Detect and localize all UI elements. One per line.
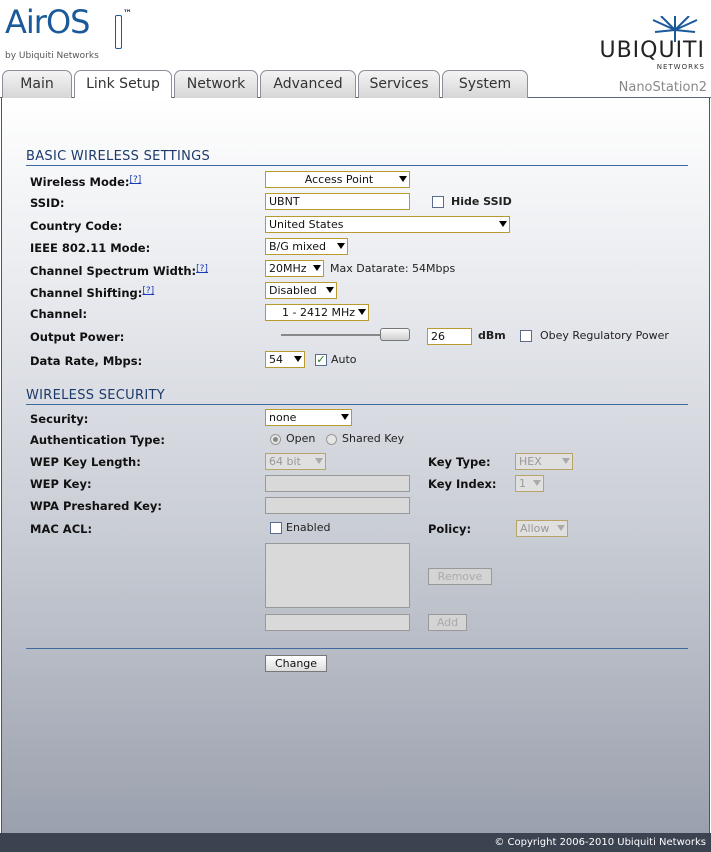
key-index-label: Key Index:: [428, 477, 497, 491]
chevron-down-icon: [313, 265, 321, 271]
logo-tm: ™: [123, 9, 132, 19]
tab-advanced[interactable]: Advanced: [260, 70, 356, 98]
data-rate-label: Data Rate, Mbps:: [30, 354, 143, 368]
country-code-label: Country Code:: [30, 219, 123, 233]
ssid-label: SSID:: [30, 196, 65, 210]
settings-panel: BASIC WIRELESS SETTINGS Wireless Mode:[?…: [1, 98, 710, 833]
auth-shared-radio[interactable]: [326, 434, 337, 445]
hide-ssid-checkbox[interactable]: [432, 196, 444, 208]
antenna-icon: [115, 15, 122, 49]
tab-services[interactable]: Services: [358, 70, 440, 98]
channel-shifting-select[interactable]: Disabled: [265, 282, 337, 299]
chevron-down-icon: [562, 458, 570, 464]
spectrum-width-label: Channel Spectrum Width:[?]: [30, 264, 208, 278]
help-link[interactable]: [?]: [130, 175, 142, 185]
auto-checkbox[interactable]: ✓: [315, 354, 327, 366]
mac-add-input[interactable]: [265, 614, 410, 631]
security-label: Security:: [30, 412, 89, 426]
auth-type-label: Authentication Type:: [30, 433, 165, 447]
section-divider: [26, 165, 688, 166]
mac-acl-list[interactable]: [265, 543, 410, 608]
obey-regulatory-label: Obey Regulatory Power: [540, 329, 669, 342]
section-divider: [26, 404, 688, 405]
wep-key-input[interactable]: [265, 475, 410, 492]
help-link[interactable]: [?]: [196, 264, 208, 274]
max-datarate: Max Datarate: 54Mbps: [330, 262, 456, 275]
obey-regulatory-checkbox[interactable]: [520, 330, 532, 342]
tab-link-setup[interactable]: Link Setup: [74, 70, 172, 99]
chevron-down-icon: [557, 525, 565, 531]
output-power-slider-handle[interactable]: [380, 328, 410, 341]
auto-label: Auto: [331, 353, 357, 366]
chevron-down-icon: [294, 356, 302, 362]
header: AirOS ™ by Ubiquiti Networks UBIQUITI NE…: [0, 0, 711, 99]
chevron-down-icon: [337, 243, 345, 249]
key-index-select[interactable]: 1: [515, 475, 544, 492]
wpa-key-label: WPA Preshared Key:: [30, 499, 162, 513]
change-button[interactable]: Change: [265, 655, 327, 672]
dbm-unit: dBm: [478, 329, 506, 342]
wireless-mode-label: Wireless Mode:[?]: [30, 175, 142, 189]
chevron-down-icon: [533, 480, 541, 486]
policy-label: Policy:: [428, 522, 472, 536]
logo-byline: by Ubiquiti Networks: [5, 51, 99, 61]
auth-open-radio[interactable]: [270, 434, 281, 445]
remove-button[interactable]: Remove: [428, 568, 492, 585]
section-divider: [26, 648, 688, 649]
wep-key-length-select[interactable]: 64 bit: [265, 453, 326, 470]
help-link[interactable]: [?]: [142, 286, 154, 296]
spectrum-width-select[interactable]: 20MHz: [265, 260, 324, 277]
ubiquiti-logo-icon: [652, 16, 698, 42]
chevron-down-icon: [499, 221, 507, 227]
key-type-label: Key Type:: [428, 455, 491, 469]
chevron-down-icon: [341, 414, 349, 420]
tab-system[interactable]: System: [442, 70, 528, 98]
data-rate-select[interactable]: 54: [265, 351, 305, 368]
mac-acl-enabled-label: Enabled: [286, 521, 331, 534]
country-code-select[interactable]: United States: [265, 216, 510, 233]
ssid-input[interactable]: UBNT: [265, 193, 410, 210]
tab-main[interactable]: Main: [2, 70, 72, 98]
nav-tabs: Main Link Setup Network Advanced Service…: [0, 70, 711, 99]
security-select[interactable]: none: [265, 409, 352, 426]
wpa-key-input[interactable]: [265, 497, 410, 514]
airos-logo: AirOS ™ by Ubiquiti Networks: [5, 3, 132, 61]
wireless-mode-select[interactable]: Access Point: [265, 171, 410, 188]
ieee-mode-select[interactable]: B/G mixed: [265, 238, 348, 255]
key-type-select[interactable]: HEX: [515, 453, 573, 470]
mac-acl-enabled-checkbox[interactable]: [270, 522, 282, 534]
auth-open-label: Open: [286, 432, 316, 445]
chevron-down-icon: [358, 309, 366, 315]
output-power-input[interactable]: 26: [427, 328, 472, 345]
ieee-mode-label: IEEE 802.11 Mode:: [30, 241, 151, 255]
basic-settings-title: BASIC WIRELESS SETTINGS: [26, 149, 211, 164]
chevron-down-icon: [326, 287, 334, 293]
footer-copyright: © Copyright 2006-2010 Ubiquiti Networks: [0, 833, 711, 852]
wireless-security-title: WIRELESS SECURITY: [26, 388, 165, 403]
logo-text: AirOS: [5, 3, 90, 41]
ubiquiti-logo: UBIQUITI NETWORKS: [599, 16, 705, 71]
chevron-down-icon: [399, 176, 407, 182]
channel-select[interactable]: 1 - 2412 MHz: [265, 304, 369, 321]
channel-label: Channel:: [30, 307, 88, 321]
mac-acl-label: MAC ACL:: [30, 522, 93, 536]
device-name: NanoStation2: [618, 80, 707, 95]
wep-key-length-label: WEP Key Length:: [30, 455, 141, 469]
policy-select[interactable]: Allow: [516, 520, 568, 537]
wep-key-label: WEP Key:: [30, 477, 92, 491]
hide-ssid-label: Hide SSID: [451, 195, 512, 208]
auth-shared-label: Shared Key: [342, 432, 405, 445]
chevron-down-icon: [315, 458, 323, 464]
output-power-label: Output Power:: [30, 330, 125, 344]
add-button[interactable]: Add: [428, 614, 467, 631]
tab-network[interactable]: Network: [174, 70, 258, 98]
channel-shifting-label: Channel Shifting:[?]: [30, 286, 155, 300]
